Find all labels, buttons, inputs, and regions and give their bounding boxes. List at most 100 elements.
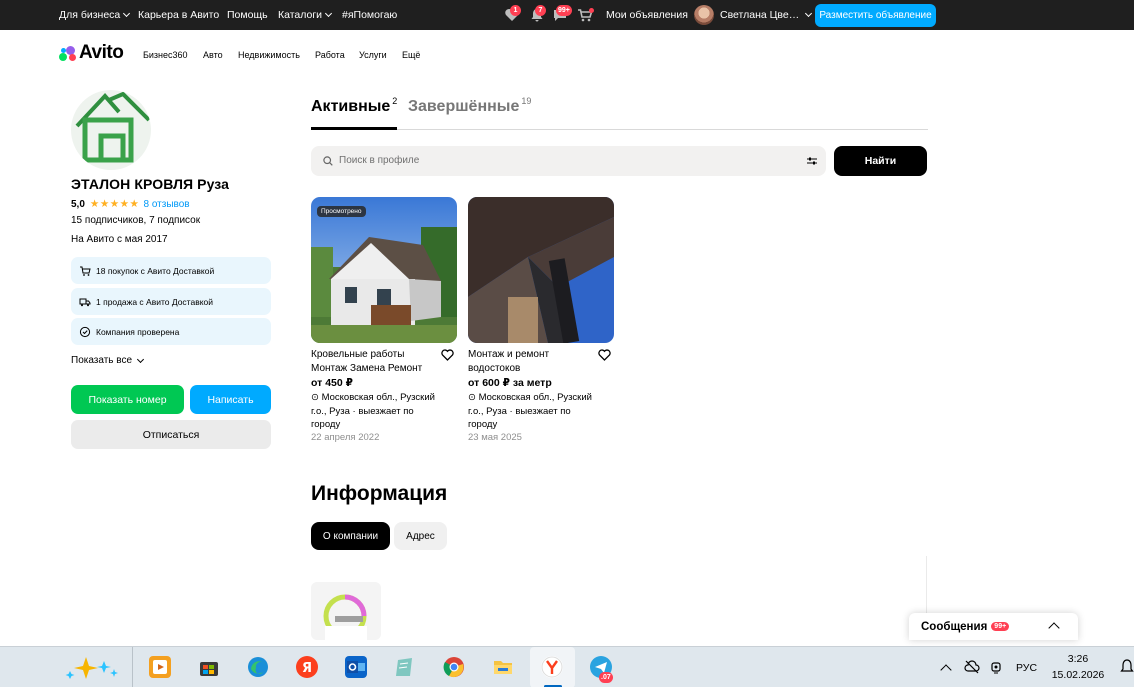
browser-page: { "topbar": { "for_business": "Для бизне…	[0, 0, 1134, 687]
help-link[interactable]: Помощь	[227, 0, 268, 30]
listing-title[interactable]: Монтаж и ремонт водостоков	[468, 348, 593, 376]
chevron-down-icon	[123, 9, 131, 18]
chats-button[interactable]: 99+	[552, 5, 572, 22]
help-hashtag-link[interactable]: #яПомогаю	[342, 0, 397, 30]
favorites-button[interactable]: 1	[504, 5, 521, 22]
viewed-badge: Просмотрено	[317, 206, 366, 217]
show-phone-button[interactable]: Показать номер	[71, 385, 184, 414]
purchases-badge: 18 покупок с Авито Доставкой	[71, 257, 271, 284]
user-menu[interactable]: Светлана Цве…	[720, 0, 813, 30]
unsubscribe-button[interactable]: Отписаться	[71, 420, 271, 449]
chevron-up-icon[interactable]	[1048, 622, 1060, 634]
tab-finished-count: 19	[521, 96, 532, 106]
listing-location: ⊙ Московская обл., Рузский г.о., Руза · …	[468, 392, 592, 430]
write-button[interactable]: Написать	[190, 385, 271, 414]
nav-more[interactable]: Ещё	[402, 50, 420, 60]
media-player-icon[interactable]	[149, 656, 171, 678]
subscribers-text[interactable]: 15 подписчиков, 7 подписок	[71, 215, 200, 226]
cloud-off-icon[interactable]	[964, 660, 980, 674]
rating-value: 5,0	[71, 198, 85, 210]
cart-icon	[80, 266, 91, 276]
gutter-photo	[468, 197, 614, 343]
listing-date: 22 апреля 2022	[311, 432, 380, 443]
pin-icon: ⊙	[311, 392, 319, 403]
reviews-link[interactable]: 8 отзывов	[143, 199, 189, 210]
top-bar: Для бизнеса Карьера в Авито Помощь Катал…	[0, 0, 1134, 30]
profile-search[interactable]: Поиск в профиле	[311, 146, 826, 176]
svg-text:Я: Я	[302, 661, 312, 676]
rating-stars: ★★★★★	[89, 198, 140, 210]
tab-about-company[interactable]: О компании	[311, 522, 390, 550]
post-ad-button[interactable]: Разместить объявление	[815, 4, 936, 27]
heart-icon[interactable]	[441, 349, 454, 361]
info-heading: Информация	[311, 482, 448, 505]
tab-address[interactable]: Адрес	[394, 522, 447, 550]
notifications-button[interactable]: 7	[529, 5, 546, 22]
search-input[interactable]: Поиск в профиле	[339, 155, 419, 166]
listing-image[interactable]: Просмотрено	[311, 197, 457, 343]
promo-image[interactable]	[311, 582, 381, 640]
nav-jobs[interactable]: Работа	[315, 50, 345, 60]
avito-logo-text: Avito	[79, 42, 124, 63]
copilot-sparkle-icon[interactable]	[62, 655, 124, 681]
chats-badge: 99+	[556, 5, 572, 16]
yandex-icon[interactable]: Я	[296, 656, 318, 678]
tray-overflow-chevron[interactable]	[940, 647, 952, 687]
listing-image[interactable]	[468, 197, 614, 343]
career-link[interactable]: Карьера в Авито	[138, 0, 219, 30]
file-explorer-icon[interactable]	[492, 656, 514, 678]
chevron-up-icon	[940, 663, 952, 676]
user-avatar[interactable]	[694, 5, 714, 25]
microsoft-store-icon[interactable]	[198, 656, 220, 678]
cart-dot	[589, 8, 594, 13]
heart-icon[interactable]	[598, 349, 611, 361]
catalogs-menu[interactable]: Каталоги	[278, 0, 333, 30]
nav-auto[interactable]: Авто	[203, 50, 223, 60]
outlook-icon[interactable]	[345, 656, 367, 678]
chrome-icon[interactable]	[443, 656, 465, 678]
listing-price: от 600 ₽ за метр	[468, 377, 552, 389]
tab-active-count: 2	[392, 96, 398, 106]
messages-panel[interactable]: Сообщения 99+	[909, 613, 1078, 640]
chevron-down-icon	[805, 9, 813, 18]
search-icon	[323, 156, 333, 166]
language-indicator[interactable]: РУС	[1016, 647, 1037, 687]
show-all-button[interactable]: Показать все	[71, 355, 145, 366]
chevron-down-icon	[325, 9, 333, 18]
system-clock[interactable]: 3:26 15.02.2026	[1047, 651, 1109, 683]
avito-logo-icon	[59, 45, 76, 62]
house-photo	[311, 197, 457, 343]
yandex-browser-icon[interactable]	[541, 656, 563, 678]
pin-icon: ⊙	[468, 392, 476, 403]
my-ads-link[interactable]: Мои объявления	[606, 0, 688, 30]
listing-title[interactable]: Кровельные работы Монтаж Замена Ремонт	[311, 348, 436, 376]
verified-badge: Компания проверена	[71, 318, 271, 345]
favorites-badge: 1	[510, 5, 521, 16]
notifications-badge: 7	[535, 5, 546, 16]
listing-price: от 450 ₽	[311, 377, 353, 389]
filter-icon[interactable]	[807, 157, 817, 165]
windows-taskbar: Я .07 РУС 3:26 15.02.2026	[0, 646, 1134, 687]
sales-badge: 1 продажа с Авито Доставкой	[71, 288, 271, 315]
listings-tabs: Активные 2 Завершённые 19	[311, 96, 928, 130]
tab-finished[interactable]: Завершённые 19	[408, 96, 532, 116]
check-circle-icon	[79, 326, 91, 337]
camera-icon[interactable]	[990, 660, 1004, 674]
tab-active[interactable]: Активные 2	[311, 96, 398, 116]
company-logo	[71, 90, 151, 170]
edge-browser-icon[interactable]	[247, 656, 269, 678]
find-button[interactable]: Найти	[834, 146, 927, 176]
nav-business360[interactable]: Бизнес360	[143, 50, 188, 60]
nav-services[interactable]: Услуги	[359, 50, 387, 60]
telegram-badge: .07	[599, 672, 613, 683]
divider	[926, 556, 1134, 616]
cart-button[interactable]	[577, 8, 594, 22]
taskbar-separator	[132, 647, 133, 687]
messages-badge: 99+	[991, 622, 1010, 631]
notes-app-icon[interactable]	[394, 656, 416, 678]
for-business-menu[interactable]: Для бизнеса	[59, 0, 131, 30]
notification-bell-icon[interactable]	[1120, 659, 1134, 675]
nav-realty[interactable]: Недвижимость	[238, 50, 300, 60]
tab-active-underline	[311, 127, 397, 130]
avito-logo[interactable]: Avito	[59, 42, 124, 64]
